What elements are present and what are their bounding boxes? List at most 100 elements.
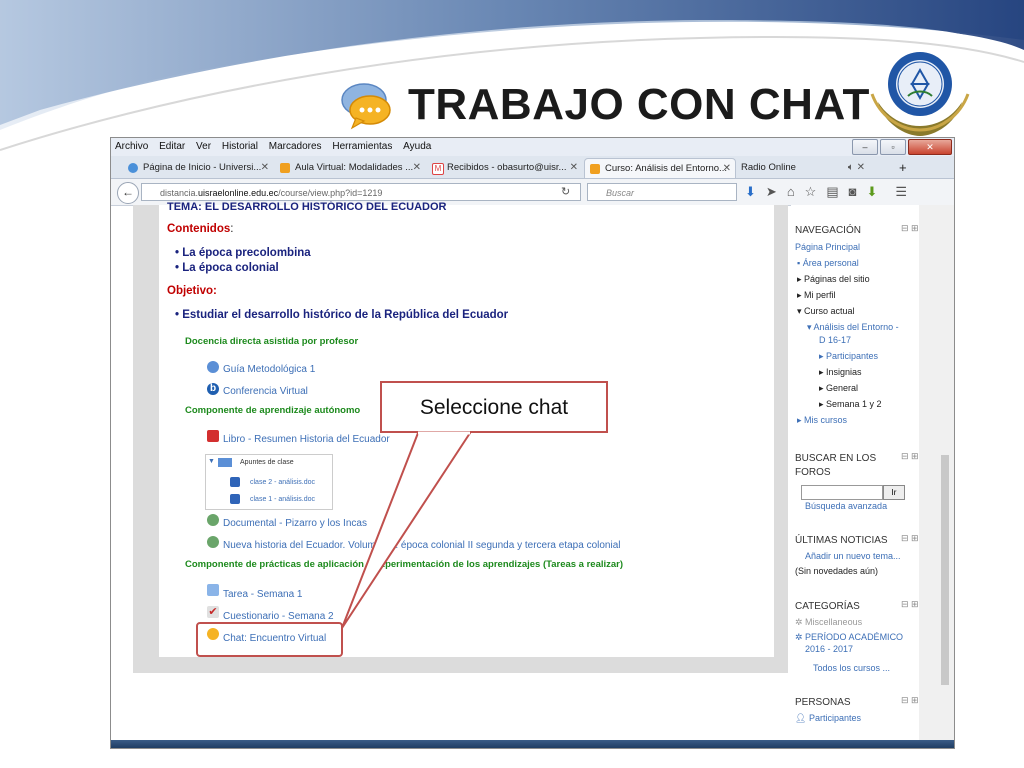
- new-tab-button[interactable]: +: [891, 158, 921, 178]
- course-node[interactable]: ▸ Insignias: [819, 367, 862, 378]
- url-domain: uisraelonline.edu.ec: [198, 188, 279, 198]
- nav-item[interactable]: ▪ Área personal: [797, 258, 859, 268]
- resource-link[interactable]: Guía Metodológica 1: [223, 364, 315, 375]
- current-course-link[interactable]: ▾ Análisis del Entorno -: [807, 322, 899, 333]
- tab-aula-virtual[interactable]: Aula Virtual: Modalidades ... ✕: [275, 158, 425, 178]
- close-window-button[interactable]: ✕: [908, 139, 952, 155]
- task-link[interactable]: Tarea - Semana 1: [223, 589, 303, 600]
- quiz-link[interactable]: Cuestionario - Semana 2: [223, 611, 334, 622]
- objective-text: • Estudiar el desarrollo histórico de la…: [175, 309, 509, 321]
- resource-icon: [207, 361, 219, 373]
- contents-heading: Contenidos:: [167, 223, 234, 235]
- tab-curso-analisis[interactable]: Curso: Análisis del Entorno... ✕: [584, 158, 736, 178]
- slide-title: TRABAJO CON CHAT: [408, 80, 870, 129]
- section-heading: Componente de aprendizaje autónomo: [185, 405, 361, 416]
- menu-historial[interactable]: Historial: [222, 138, 258, 156]
- categories-title: CATEGORÍAS: [795, 601, 860, 612]
- tab-label: Recibidos - obasurto@uisr...: [447, 162, 567, 173]
- tab-label: Aula Virtual: Modalidades ...: [295, 162, 414, 173]
- reload-icon[interactable]: ↻: [561, 183, 570, 201]
- search-input[interactable]: Buscar: [587, 183, 737, 201]
- category-period[interactable]: ✲ PERÍODO ACADÉMICO: [795, 632, 903, 643]
- file-link[interactable]: clase 2 - análisis.doc: [250, 479, 315, 486]
- nav-item[interactable]: ▸ Mi perfil: [797, 290, 836, 301]
- callout-box: Seleccione chat: [380, 381, 608, 433]
- tab-label: Curso: Análisis del Entorno...: [605, 163, 727, 174]
- all-courses-link[interactable]: Todos los cursos ...: [813, 663, 890, 673]
- menu-editar[interactable]: Editar: [159, 138, 185, 156]
- close-tab-icon[interactable]: ✕: [261, 158, 269, 178]
- add-topic-link[interactable]: Añadir un nuevo tema...: [805, 551, 901, 561]
- conference-link[interactable]: Conferencia Virtual: [223, 386, 308, 397]
- window-controls: – ▫ ✕: [852, 139, 952, 155]
- home-icon[interactable]: ⌂: [787, 183, 795, 201]
- content-right-gutter: [774, 205, 788, 657]
- current-course-code[interactable]: D 16-17: [819, 335, 851, 345]
- pdf-icon: [207, 430, 219, 442]
- browser-tab-bar: Página de Inicio - Universi... ✕ Aula Vi…: [111, 156, 954, 179]
- clipboard-icon[interactable]: ▤: [826, 183, 838, 201]
- url-path: /course/view.php?id=1219: [278, 188, 383, 198]
- forum-search-button[interactable]: Ir: [883, 485, 905, 500]
- globe-icon: [128, 163, 138, 173]
- addon-download-icon[interactable]: ⬇: [866, 183, 877, 201]
- nav-home-link[interactable]: Página Principal: [795, 242, 860, 252]
- book-link[interactable]: Libro - Resumen Historia del Ecuador: [223, 434, 390, 445]
- close-tab-icon[interactable]: ✕: [570, 158, 578, 178]
- block-controls-icon[interactable]: ⊟ ⊞: [901, 599, 919, 610]
- forum-search-title-2: FOROS: [795, 467, 831, 478]
- category-period-years[interactable]: 2016 - 2017: [805, 644, 853, 654]
- url-icon: [207, 536, 219, 548]
- close-tab-icon[interactable]: ✕: [413, 158, 421, 178]
- menu-ver[interactable]: Ver: [196, 138, 211, 156]
- nav-item[interactable]: ▾ Curso actual: [797, 306, 855, 317]
- history-link[interactable]: Nueva historia del Ecuador. Volumen 4: é…: [223, 540, 620, 551]
- topic-heading: TEMA: EL DESARROLLO HISTÓRICO DEL ECUADO…: [167, 201, 447, 211]
- tab-recibidos-gmail[interactable]: M Recibidos - obasurto@uisr... ✕: [427, 158, 582, 178]
- section-heading: Componente de prácticas de aplicación y …: [185, 559, 624, 570]
- vertical-scrollbar[interactable]: [919, 205, 954, 748]
- word-doc-icon: [230, 477, 240, 487]
- bookmark-star-icon[interactable]: ☆: [805, 183, 817, 201]
- block-controls-icon[interactable]: ⊟ ⊞: [901, 451, 919, 462]
- advanced-search-link[interactable]: Búsqueda avanzada: [805, 501, 887, 511]
- menu-herramientas[interactable]: Herramientas: [332, 138, 392, 156]
- menu-ayuda[interactable]: Ayuda: [403, 138, 431, 156]
- block-controls-icon[interactable]: ⊟ ⊞: [901, 695, 919, 706]
- participants-link[interactable]: 👤︎ Participantes: [795, 713, 861, 724]
- objective-heading: Objetivo:: [167, 285, 217, 297]
- scrollbar-thumb[interactable]: [941, 455, 949, 685]
- content-item: • La época colonial: [175, 262, 279, 274]
- tab-pagina-inicio[interactable]: Página de Inicio - Universi... ✕: [123, 158, 273, 178]
- moodle-icon: [590, 164, 600, 174]
- menu-archivo[interactable]: Archivo: [115, 138, 148, 156]
- documentary-link[interactable]: Documental - Pizarro y los Incas: [223, 518, 367, 529]
- minimize-button[interactable]: –: [852, 139, 878, 155]
- course-node[interactable]: ▸ Participantes: [819, 351, 878, 362]
- bigbluebutton-icon: b: [207, 383, 219, 395]
- block-controls-icon[interactable]: ⊟ ⊞: [901, 223, 919, 234]
- my-courses-link[interactable]: ▸ Mis cursos: [797, 415, 847, 426]
- forum-search-input[interactable]: [801, 485, 883, 500]
- expand-arrow-icon[interactable]: ▼: [208, 458, 215, 465]
- download-icon[interactable]: ⬇: [745, 183, 756, 201]
- video-icon: [207, 514, 219, 526]
- category-misc[interactable]: ✲ Miscellaneous: [795, 617, 862, 628]
- word-doc-icon: [230, 494, 240, 504]
- maximize-button[interactable]: ▫: [880, 139, 906, 155]
- file-link[interactable]: clase 1 - análisis.doc: [250, 496, 315, 503]
- course-node[interactable]: ▸ General: [819, 383, 858, 394]
- news-title: ÚLTIMAS NOTICIAS: [795, 535, 888, 546]
- pocket-icon[interactable]: ◙: [849, 183, 857, 201]
- send-icon[interactable]: ➤: [766, 183, 777, 201]
- menu-hamburger-icon[interactable]: ☰: [895, 183, 907, 201]
- nav-item[interactable]: ▸ Páginas del sitio: [797, 274, 870, 285]
- close-tab-icon[interactable]: ✕: [723, 159, 731, 178]
- back-arrow-icon[interactable]: ←: [117, 182, 139, 204]
- course-node[interactable]: ▸ Semana 1 y 2: [819, 399, 882, 410]
- menu-marcadores[interactable]: Marcadores: [269, 138, 322, 156]
- tab-radio-online[interactable]: Radio Online 🔈︎ ✕: [737, 158, 887, 178]
- address-bar[interactable]: distancia.uisraelonline.edu.ec/course/vi…: [141, 183, 581, 201]
- block-controls-icon[interactable]: ⊟ ⊞: [901, 533, 919, 544]
- speaker-icon[interactable]: 🔈︎ ✕: [848, 158, 865, 178]
